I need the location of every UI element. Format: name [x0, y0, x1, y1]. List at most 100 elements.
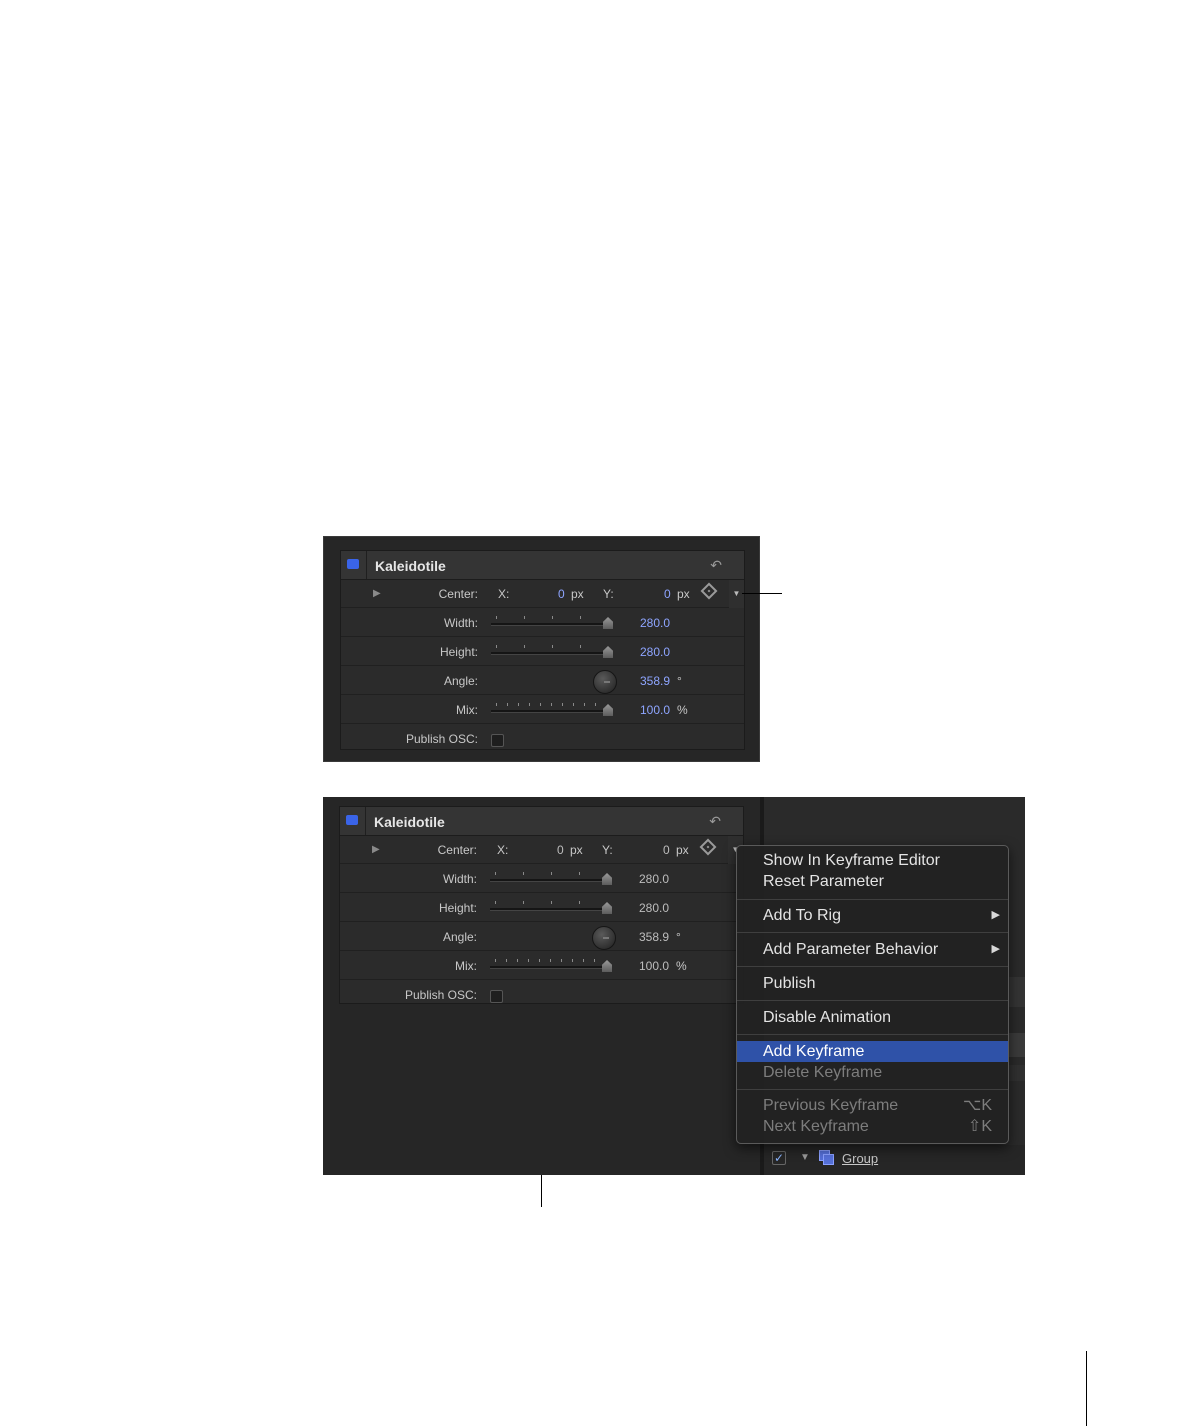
slider-track	[490, 966, 606, 969]
slider-tick	[584, 703, 585, 706]
width-slider[interactable]	[491, 616, 613, 630]
menu-item-add-keyframe[interactable]: Add Keyframe	[737, 1041, 1008, 1062]
filter-title: Kaleidotile	[374, 814, 445, 830]
keyframe-diamond-icon[interactable]	[700, 582, 718, 600]
center-x-value[interactable]: 0	[557, 843, 564, 857]
enable-checkbox-icon[interactable]	[347, 559, 359, 569]
menu-item-publish[interactable]: Publish	[737, 973, 1008, 994]
angle-value[interactable]: 358.9	[639, 930, 669, 944]
slider-tick	[572, 959, 573, 962]
layer-row-group[interactable]: ✓ ▼ Group	[764, 1145, 1025, 1175]
menu-item-reset-parameter[interactable]: Reset Parameter	[737, 871, 1008, 892]
slider-thumb[interactable]	[603, 704, 613, 716]
menu-item-label: Show In Keyframe Editor	[763, 852, 940, 869]
slider-tick	[495, 872, 496, 875]
slider-track	[490, 879, 606, 882]
mix-slider[interactable]	[491, 703, 613, 717]
height-value[interactable]: 280.0	[640, 645, 670, 659]
center-row: ▶ Center: X: 0 px Y: 0 px ▼	[341, 580, 744, 608]
height-row: Height: 280.0	[340, 894, 743, 922]
reset-arrow-icon[interactable]: ↶	[709, 813, 721, 830]
x-label: X:	[497, 843, 509, 857]
angle-row: Angle: 358.9 °	[340, 923, 743, 951]
filter-title: Kaleidotile	[375, 558, 446, 574]
inspector-screenshot-bottom: Kaleidotile ↶ ▶ Center: X: 0 px Y: 0 px …	[323, 797, 1025, 1175]
slider-tick	[580, 645, 581, 648]
center-y-value[interactable]: 0	[664, 587, 671, 601]
menu-item-previous-keyframe: Previous Keyframe ⌥K	[737, 1095, 1008, 1116]
menu-item-label: Add Keyframe	[763, 1043, 865, 1060]
menu-separator	[737, 1034, 1008, 1035]
slider-tick	[539, 959, 540, 962]
disclosure-triangle-icon[interactable]: ▶	[373, 588, 381, 599]
slider-tick	[495, 959, 496, 962]
animation-menu-icon[interactable]: ▼	[729, 580, 744, 608]
angle-label: Angle:	[442, 930, 477, 944]
slider-tick	[595, 703, 596, 706]
slider-thumb[interactable]	[602, 902, 612, 914]
menu-item-disable-animation[interactable]: Disable Animation	[737, 1007, 1008, 1028]
slider-tick	[580, 616, 581, 619]
slider-tick	[523, 872, 524, 875]
slider-tick	[550, 959, 551, 962]
angle-dial[interactable]	[592, 926, 616, 950]
height-row: Height: 280.0	[341, 638, 744, 666]
slider-tick	[579, 872, 580, 875]
reset-arrow-icon[interactable]: ↶	[710, 557, 722, 574]
slider-tick	[561, 959, 562, 962]
slider-tick	[594, 959, 595, 962]
slider-tick	[551, 872, 552, 875]
mix-value[interactable]: 100.0	[640, 703, 670, 717]
slider-tick	[496, 703, 497, 706]
height-slider[interactable]	[490, 901, 612, 915]
slider-tick	[496, 616, 497, 619]
slider-tick	[524, 645, 525, 648]
angle-unit: °	[676, 930, 681, 944]
menu-separator	[737, 1000, 1008, 1001]
slider-thumb[interactable]	[603, 646, 613, 658]
width-slider[interactable]	[490, 872, 612, 886]
enable-checkbox-icon[interactable]	[346, 815, 358, 825]
slider-tick	[552, 645, 553, 648]
height-value[interactable]: 280.0	[639, 901, 669, 915]
center-y-value[interactable]: 0	[663, 843, 670, 857]
menu-item-add-to-rig[interactable]: Add To Rig ▶	[737, 905, 1008, 926]
menu-item-show-in-keyframe-editor[interactable]: Show In Keyframe Editor	[737, 850, 1008, 871]
menu-item-shortcut: ⇧K	[967, 1118, 992, 1135]
center-x-unit: px	[571, 587, 584, 601]
layer-enable-checkbox[interactable]: ✓	[772, 1151, 786, 1165]
mix-slider[interactable]	[490, 959, 612, 973]
center-y-unit: px	[676, 843, 689, 857]
angle-dial[interactable]	[593, 670, 617, 694]
menu-item-label: Previous Keyframe	[763, 1097, 899, 1114]
publish-osc-checkbox[interactable]	[491, 734, 504, 747]
publish-osc-checkbox[interactable]	[490, 990, 503, 1003]
menu-item-delete-keyframe: Delete Keyframe	[737, 1062, 1008, 1083]
disclosure-triangle-icon[interactable]: ▶	[372, 844, 380, 855]
panel-header: Kaleidotile ↶	[341, 551, 744, 580]
width-value[interactable]: 280.0	[640, 616, 670, 630]
height-slider[interactable]	[491, 645, 613, 659]
publish-osc-label: Publish OSC:	[404, 988, 477, 1002]
slider-tick	[518, 703, 519, 706]
slider-thumb[interactable]	[602, 960, 612, 972]
callout-line	[541, 1175, 542, 1207]
width-value[interactable]: 280.0	[639, 872, 669, 886]
mix-value[interactable]: 100.0	[639, 959, 669, 973]
slider-tick	[552, 616, 553, 619]
slider-thumb[interactable]	[602, 873, 612, 885]
disclosure-triangle-icon[interactable]: ▼	[800, 1152, 810, 1163]
slider-tick	[579, 901, 580, 904]
y-label: Y:	[603, 587, 614, 601]
layer-name[interactable]: Group	[842, 1151, 878, 1166]
angle-value[interactable]: 358.9	[640, 674, 670, 688]
menu-item-add-parameter-behavior[interactable]: Add Parameter Behavior ▶	[737, 939, 1008, 960]
slider-track	[491, 710, 607, 713]
keyframe-diamond-icon[interactable]	[699, 838, 717, 856]
menu-item-label: Add To Rig	[763, 907, 841, 924]
mix-label: Mix:	[455, 959, 477, 973]
center-x-value[interactable]: 0	[558, 587, 565, 601]
mix-row: Mix: 100.0 %	[340, 952, 743, 980]
slider-thumb[interactable]	[603, 617, 613, 629]
angle-label: Angle:	[443, 674, 478, 688]
